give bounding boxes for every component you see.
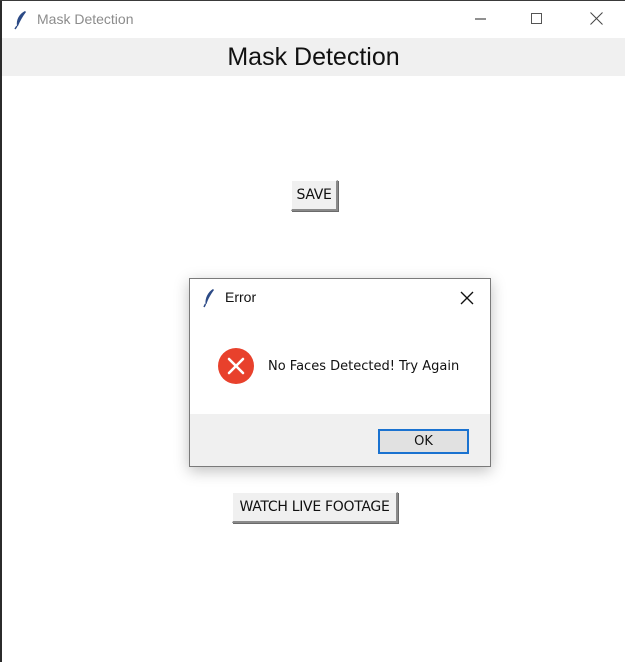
page-title: Mask Detection bbox=[2, 38, 625, 76]
ok-button[interactable]: OK bbox=[378, 429, 469, 454]
dialog-close-icon[interactable] bbox=[458, 289, 476, 307]
error-dialog: Error No Faces Detected! Try Again OK bbox=[189, 278, 491, 467]
feather-icon bbox=[14, 10, 28, 30]
feather-icon bbox=[203, 288, 215, 308]
save-button[interactable]: SAVE bbox=[291, 180, 338, 211]
minimize-button[interactable] bbox=[458, 1, 504, 38]
watch-live-footage-button[interactable]: WATCH LIVE FOOTAGE bbox=[232, 492, 398, 523]
close-icon bbox=[589, 10, 603, 29]
dialog-footer: OK bbox=[190, 414, 490, 466]
dialog-title: Error bbox=[225, 289, 257, 305]
window-title: Mask Detection bbox=[37, 11, 134, 27]
maximize-icon bbox=[531, 10, 543, 29]
main-window-titlebar[interactable]: Mask Detection bbox=[2, 1, 625, 38]
maximize-button[interactable] bbox=[514, 1, 560, 38]
close-button[interactable] bbox=[573, 1, 619, 38]
error-icon bbox=[217, 347, 255, 385]
desktop-edge bbox=[0, 0, 2, 662]
error-message: No Faces Detected! Try Again bbox=[268, 359, 460, 374]
minimize-icon bbox=[475, 10, 487, 29]
